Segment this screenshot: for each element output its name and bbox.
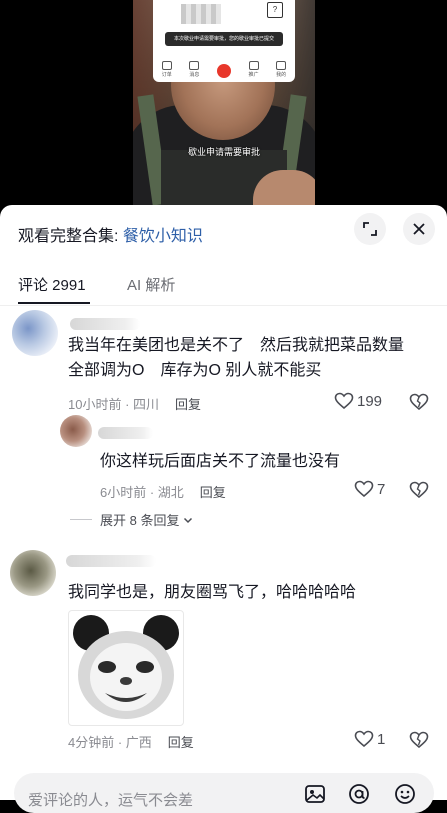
broken-heart-icon <box>409 481 429 499</box>
panda-meme-sticker[interactable] <box>68 610 184 726</box>
close-button[interactable] <box>403 213 435 245</box>
fullscreen-button[interactable] <box>354 213 386 245</box>
comment-input-bar[interactable]: 爱评论的人，运气不会差 <box>14 773 434 813</box>
username-blurred[interactable] <box>98 427 153 439</box>
like-button[interactable]: 7 <box>354 480 385 498</box>
at-mention-icon[interactable] <box>348 783 370 805</box>
help-icon: ? <box>267 2 283 18</box>
phone-tab: 订单 <box>161 61 172 78</box>
phone-tab: 我的 <box>276 61 286 78</box>
username-blurred[interactable] <box>66 555 156 567</box>
active-tab-indicator <box>18 302 90 304</box>
blurred-text <box>181 4 221 24</box>
panda-face-image <box>73 615 179 719</box>
collection-link[interactable]: 餐饮小知识 <box>123 228 203 245</box>
video-caption: 歇业申请需要审批 <box>187 147 260 157</box>
broken-heart-icon <box>409 731 429 749</box>
reply-button[interactable]: 回复 <box>175 397 201 412</box>
comment-meta: 4分钟前 · 广西 回复 <box>68 735 194 750</box>
chevron-down-icon <box>184 517 193 523</box>
sheet-header: 观看完整合集: 餐饮小知识 <box>0 205 447 255</box>
toast-message: 本次歇业申请需要审批，您的歇业审批已提交 <box>165 32 283 46</box>
broken-heart-icon <box>409 393 429 411</box>
avatar[interactable] <box>60 415 92 447</box>
comment-text: 我同学也是，朋友圈骂飞了，哈哈哈哈哈 <box>68 584 357 601</box>
phone-tab-center <box>216 64 231 78</box>
tab-ai-analysis[interactable]: AI 解析 <box>127 274 175 295</box>
collection-label[interactable]: 观看完整合集: 餐饮小知识 <box>18 222 203 246</box>
avatar[interactable] <box>12 310 58 356</box>
image-icon[interactable] <box>304 783 326 805</box>
dislike-button[interactable] <box>409 481 429 504</box>
phone-tab: 消息 <box>189 61 199 78</box>
username-blurred[interactable] <box>70 318 140 330</box>
heart-icon <box>354 480 374 498</box>
like-button[interactable]: 1 <box>354 730 385 748</box>
expand-replies-button[interactable]: 展开 8 条回复 <box>70 510 194 529</box>
comment-meta: 10小时前 · 四川 回复 <box>68 397 202 412</box>
close-icon <box>413 223 425 235</box>
expand-icon <box>363 222 377 236</box>
dislike-button[interactable] <box>409 731 429 754</box>
comment-text: 我当年在美团也是关不了 然后我就把菜品数量 全部调为O 库存为O 别人就不能买 <box>68 337 405 379</box>
avatar[interactable] <box>10 550 56 596</box>
phone-tab: 推广 <box>248 61 259 78</box>
comment-tabs: 评论 2991 AI 解析 <box>0 271 447 306</box>
heart-icon <box>334 392 354 410</box>
dislike-button[interactable] <box>409 393 429 416</box>
reply-button[interactable]: 回复 <box>168 735 194 750</box>
tab-comments[interactable]: 评论 2991 <box>18 274 90 304</box>
emoji-icon[interactable] <box>394 783 416 805</box>
video-player[interactable]: ? 本次歇业申请需要审批，您的歇业审批已提交 订单 消息 推广 我的 歇业申请需… <box>0 0 447 205</box>
phone-screenshot-overlay: ? 本次歇业申请需要审批，您的歇业审批已提交 订单 消息 推广 我的 <box>153 0 295 82</box>
like-button[interactable]: 199 <box>334 392 382 410</box>
comment-meta: 6小时前 · 湖北 回复 <box>100 485 226 500</box>
comment-sheet: 观看完整合集: 餐饮小知识 评论 2991 AI 解析 我当年在美团也是关不了 … <box>0 205 447 813</box>
phone-tab-bar: 订单 消息 推广 我的 <box>153 61 295 78</box>
video-frame: ? 本次歇业申请需要审批，您的歇业审批已提交 订单 消息 推广 我的 <box>133 0 315 205</box>
comment-text: 你这样玩后面店关不了流量也没有 <box>100 453 341 470</box>
reply-button[interactable]: 回复 <box>200 485 226 500</box>
heart-icon <box>354 730 374 748</box>
